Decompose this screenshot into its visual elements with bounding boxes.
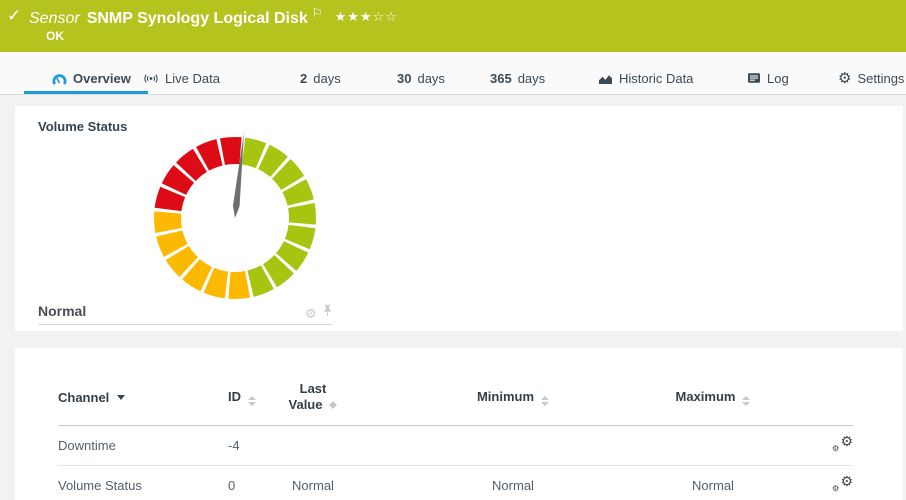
tab-overview[interactable]: Overview (52, 65, 131, 91)
cell-last-value (268, 425, 358, 465)
status-ok-check-icon: ✓ (7, 6, 21, 26)
cell-maximum: Normal (668, 465, 758, 500)
channels-panel: Channel ID Last Value Minimum Maximum (15, 348, 903, 500)
column-header-last-value[interactable]: Last Value (268, 370, 358, 425)
cell-minimum (358, 425, 668, 465)
cell-actions: ⚙⚙ (758, 425, 853, 465)
column-header-id[interactable]: ID (228, 370, 268, 425)
column-header-minimum[interactable]: Minimum (358, 370, 668, 425)
gauge-icon (52, 72, 67, 85)
active-tab-underline (24, 91, 148, 94)
column-header-channel[interactable]: Channel (58, 370, 228, 425)
sort-icon (329, 401, 337, 409)
tab-historic-data[interactable]: Historic Data (598, 65, 693, 91)
live-data-icon (143, 72, 159, 85)
sensor-title-line: Sensor SNMP Synology Logical Disk ⚐ ★★★☆☆ (29, 6, 398, 28)
gauge-status-label: Normal (38, 303, 86, 319)
sensor-header: ✓ Sensor SNMP Synology Logical Disk ⚐ ★★★☆☆… (0, 0, 906, 52)
cell-actions: ⚙⚙ (758, 465, 853, 500)
gauge-title: Volume Status (38, 119, 127, 134)
channel-settings-gears-icon[interactable]: ⚙⚙ (831, 435, 853, 453)
table-row: Downtime -4 ⚙⚙ (58, 425, 853, 465)
cell-minimum: Normal (358, 465, 668, 500)
tab-live-data[interactable]: Live Data (143, 65, 220, 91)
cell-channel: Downtime (58, 425, 228, 465)
sort-icon (742, 396, 750, 406)
area-chart-icon (598, 72, 613, 85)
priority-stars[interactable]: ★★★☆☆ (335, 9, 398, 24)
tile-settings-gear-icon[interactable]: ⚙ (305, 307, 317, 320)
tab-2-days[interactable]: 2 days (300, 65, 341, 91)
gear-icon: ⚙ (838, 71, 851, 86)
sort-icon (248, 396, 256, 406)
overview-panel: Volume Status Normal ⚙ (15, 106, 903, 331)
table-row: Volume Status 0 Normal Normal Normal ⚙⚙ (58, 465, 853, 500)
cell-last-value: Normal (268, 465, 358, 500)
column-header-actions (758, 370, 853, 425)
tab-bar: Overview Live Data 2 days 30 days 365 da… (0, 52, 906, 95)
cell-channel: Volume Status (58, 465, 228, 500)
tab-365-days[interactable]: 365 days (490, 65, 545, 91)
cell-id: -4 (228, 425, 268, 465)
object-kind-label: Sensor (29, 10, 80, 27)
tile-divider (38, 324, 333, 325)
column-header-maximum[interactable]: Maximum (668, 370, 758, 425)
tab-30-days[interactable]: 30 days (397, 65, 445, 91)
channels-table: Channel ID Last Value Minimum Maximum (58, 370, 853, 500)
tab-log[interactable]: Log (747, 65, 789, 91)
log-icon (747, 72, 761, 84)
tab-settings[interactable]: ⚙ Settings (838, 65, 904, 91)
tile-footer-icons: ⚙ (305, 304, 332, 322)
channel-settings-gears-icon[interactable]: ⚙⚙ (831, 475, 853, 493)
flag-icon[interactable]: ⚐ (312, 6, 323, 20)
sensor-status-badge: OK (46, 29, 64, 43)
sort-desc-icon (117, 395, 125, 400)
tile-pin-icon[interactable] (323, 304, 332, 322)
cell-id: 0 (228, 465, 268, 500)
sort-icon (541, 396, 549, 406)
cell-maximum (668, 425, 758, 465)
table-header-row: Channel ID Last Value Minimum Maximum (58, 370, 853, 425)
volume-status-gauge (145, 128, 325, 308)
sensor-title: SNMP Synology Logical Disk (87, 10, 308, 27)
